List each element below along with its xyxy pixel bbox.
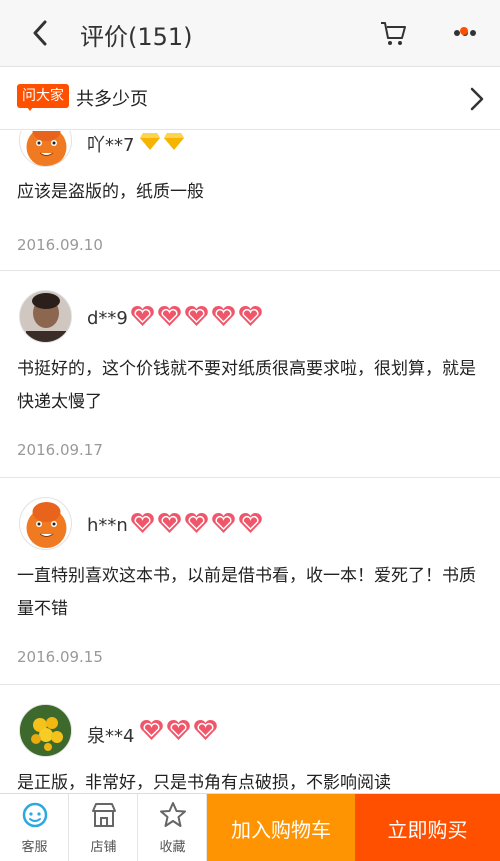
review-date: 2016.09.10 — [17, 236, 103, 254]
chevron-left-icon — [33, 20, 47, 46]
cart-button[interactable] — [378, 18, 408, 48]
customer-service-button[interactable]: 客服 — [0, 794, 69, 861]
cartoon-avatar-icon — [26, 502, 67, 548]
add-to-cart-button[interactable]: 加入购物车 — [207, 794, 355, 861]
user-level-badges — [130, 512, 263, 534]
star-icon — [160, 802, 186, 827]
review-username: 泉**4 — [87, 726, 135, 747]
heart-icon — [131, 512, 154, 533]
heart-icon — [167, 719, 190, 740]
review-date: 2016.09.17 — [17, 441, 103, 459]
more-button[interactable] — [448, 18, 482, 48]
heart-icon — [194, 719, 217, 740]
ask-badge: 问大家 — [17, 84, 69, 111]
photo-avatar-icon — [20, 291, 71, 342]
shop-button[interactable]: 店铺 — [69, 794, 138, 861]
cart-icon — [381, 22, 406, 45]
buy-now-button[interactable]: 立即购买 — [355, 794, 500, 861]
user-level-badges — [139, 719, 218, 741]
bottom-action-bar: 客服 店铺 收藏 加入购物车 立即购买 — [0, 793, 500, 861]
favorite-button[interactable]: 收藏 — [138, 794, 207, 861]
review-list[interactable]: 吖**7 应该是盗版的，纸质一般 2016.09.10 d**9 书挺好的，这个… — [0, 131, 500, 793]
notification-dot — [460, 27, 468, 35]
heart-icon — [212, 305, 235, 326]
diamond-icon — [164, 133, 184, 150]
review-content: 书挺好的，这个价钱就不要对纸质很高要求啦，很划算，就是快递太慢了 — [17, 359, 476, 412]
heart-icon — [185, 305, 208, 326]
heart-icon — [140, 719, 163, 740]
review-date: 2016.09.15 — [17, 648, 103, 666]
heart-icon — [158, 305, 181, 326]
heart-icon — [158, 512, 181, 533]
page-title: 评价(151) — [80, 23, 193, 51]
review-username: d**9 — [87, 308, 128, 329]
heart-icon — [212, 512, 235, 533]
review-item: 泉**4 是正版，非常好，只是书角有点破损，不影响阅读 — [0, 685, 500, 793]
review-content: 应该是盗版的，纸质一般 — [17, 182, 204, 202]
customer-service-icon — [22, 802, 48, 828]
shop-icon — [92, 803, 116, 827]
avatar — [19, 131, 72, 167]
avatar — [19, 290, 72, 343]
customer-service-label: 客服 — [21, 840, 48, 855]
heart-icon — [239, 512, 262, 533]
avatar — [19, 497, 72, 550]
favorite-label: 收藏 — [159, 840, 186, 855]
user-level-badges — [130, 305, 263, 327]
review-page: 评价(151) 问大家 共多少页 吖**7 应该是盗版的，纸质一般 2016.0… — [0, 0, 500, 861]
heart-icon — [239, 305, 262, 326]
avatar — [19, 704, 72, 757]
review-username: 吖**7 — [87, 135, 135, 156]
back-button[interactable] — [26, 18, 54, 48]
review-username: h**n — [87, 515, 128, 536]
heart-icon — [185, 512, 208, 533]
flower-avatar-icon — [20, 705, 71, 756]
top-nav-bar: 评价(151) — [0, 0, 500, 67]
review-item: d**9 书挺好的，这个价钱就不要对纸质很高要求啦，很划算，就是快递太慢了 20… — [0, 271, 500, 478]
ask-everyone-bar[interactable]: 问大家 共多少页 — [0, 67, 500, 130]
chevron-right-icon — [470, 87, 484, 111]
ask-question: 共多少页 — [76, 89, 148, 110]
review-content: 一直特别喜欢这本书，以前是借书看，收一本！爱死了！书质量不错 — [17, 566, 476, 619]
cartoon-avatar-icon — [26, 131, 67, 166]
user-level-badges — [139, 131, 185, 151]
heart-icon — [131, 305, 154, 326]
review-content: 是正版，非常好，只是书角有点破损，不影响阅读 — [17, 773, 391, 793]
review-item: h**n 一直特别喜欢这本书，以前是借书看，收一本！爱死了！书质量不错 2016… — [0, 478, 500, 685]
shop-label: 店铺 — [90, 840, 117, 855]
diamond-icon — [140, 133, 160, 150]
review-item: 吖**7 应该是盗版的，纸质一般 2016.09.10 — [0, 131, 500, 271]
